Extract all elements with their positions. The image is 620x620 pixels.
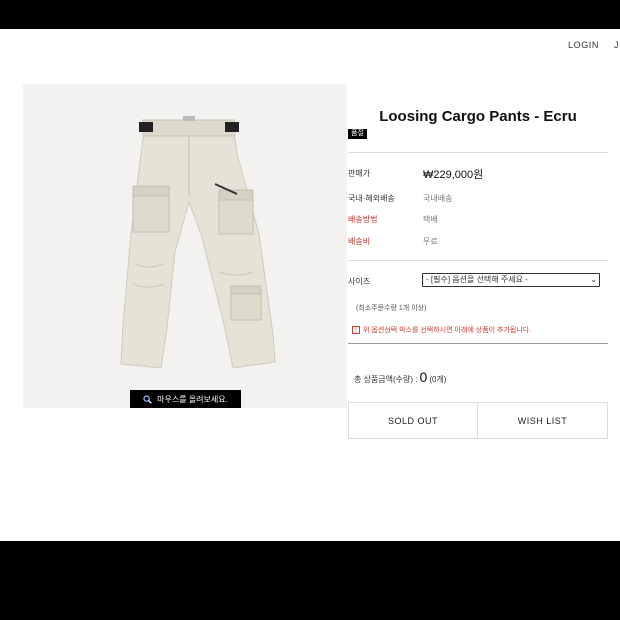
price-value: ₩229,000원	[423, 169, 484, 181]
shipping-method-label: 배송방법	[348, 215, 378, 224]
wish-list-button[interactable]: WISH LIST	[478, 402, 608, 439]
join-link[interactable]: J	[614, 40, 619, 50]
size-label: 사이즈	[348, 277, 371, 286]
chevron-down-icon: ⌄	[590, 275, 597, 284]
option-notice-text: 위 옵션선택 박스를 선택하시면 아래에 상품이 추가됩니다.	[363, 327, 532, 334]
shipping-fee-value: 무료	[423, 237, 438, 246]
divider	[348, 260, 608, 261]
total-qty: (0개)	[429, 375, 447, 384]
size-select[interactable]: - [필수] 옵션을 선택해 주세요 - ⌄	[422, 273, 600, 287]
product-image[interactable]: 마우스를 올려보세요.	[23, 84, 347, 408]
cargo-pants-illustration	[120, 116, 276, 369]
size-select-value: - [필수] 옵션을 선택해 주세요 -	[426, 275, 528, 284]
sold-out-badge: 품절	[348, 129, 367, 139]
bottom-black-bar	[0, 541, 620, 620]
min-quantity-note: (최소주문수량 1개 이상)	[356, 305, 427, 312]
zoom-hint-bar: 마우스를 올려보세요.	[130, 390, 241, 408]
total-label: 총 상품금액(수량) :	[354, 375, 418, 384]
divider	[348, 152, 608, 153]
divider	[348, 343, 608, 344]
shipping-region-value: 국내배송	[423, 194, 453, 203]
sold-out-button[interactable]: SOLD OUT	[348, 402, 478, 439]
product-title: Loosing Cargo Pants - Ecru	[379, 108, 577, 125]
login-link[interactable]: LOGIN	[568, 40, 599, 50]
total-price: 총 상품금액(수량) : 0 (0개)	[354, 369, 446, 385]
zoom-hint-text: 마우스를 올려보세요.	[157, 395, 228, 404]
option-notice: ! 위 옵션선택 박스를 선택하시면 아래에 상품이 추가됩니다.	[352, 325, 531, 335]
total-amount: 0	[419, 369, 428, 385]
shipping-method-value: 택배	[423, 215, 438, 224]
shipping-region-label: 국내·해외배송	[348, 194, 395, 203]
top-black-bar	[0, 0, 620, 29]
price-label: 판매가	[348, 169, 371, 178]
shipping-fee-label: 배송비	[348, 237, 371, 246]
magnifier-icon	[143, 395, 152, 404]
exclamation-icon: !	[352, 326, 360, 334]
